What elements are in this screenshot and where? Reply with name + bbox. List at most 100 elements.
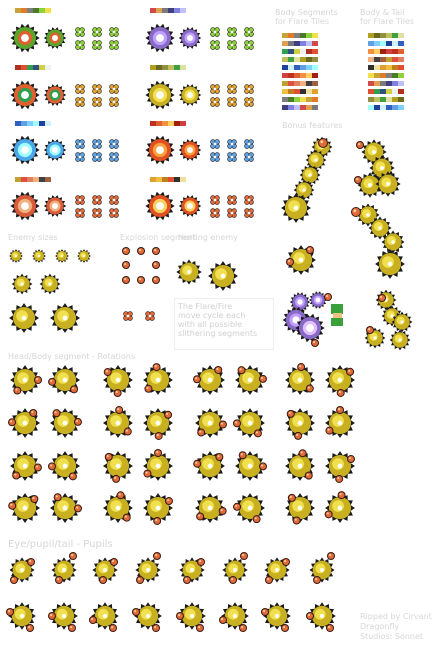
flame-petal [327, 552, 335, 560]
explosion-particle [122, 247, 130, 255]
flame-petal [99, 576, 107, 584]
flame-petal [346, 455, 355, 464]
flame-petal [252, 515, 261, 524]
flame-petal [253, 429, 262, 438]
flame-petal [324, 510, 333, 519]
flame-petal [298, 449, 307, 458]
small-flower [75, 139, 85, 149]
flame-petal [215, 452, 224, 461]
flame-petal [325, 426, 334, 435]
flame-petal [218, 507, 227, 516]
flame-petal [196, 624, 204, 632]
enemy-medium [39, 273, 61, 295]
flame-petal [103, 368, 112, 377]
flare-head-large [10, 191, 40, 221]
flame-petal [10, 576, 18, 584]
flame-petal [143, 469, 152, 478]
small-flower [75, 27, 85, 37]
small-flower [109, 84, 119, 94]
flare-head-large [10, 23, 40, 53]
flame-petal [233, 419, 242, 428]
small-flower [75, 208, 85, 218]
flare-head-medium [178, 195, 202, 217]
enemy-small [9, 249, 23, 263]
small-flower [75, 195, 85, 205]
flame-petal [26, 624, 34, 632]
snake-segment [375, 249, 405, 279]
flame-petal [152, 624, 160, 632]
flame-petal [197, 558, 205, 566]
explosion-particle [122, 276, 130, 284]
flame-petal [258, 462, 267, 471]
flame-petal [335, 474, 344, 483]
flare-head-large [145, 135, 175, 165]
flame-petal [33, 463, 42, 472]
link-character [331, 304, 343, 326]
flame-petal [132, 608, 140, 616]
small-flower [244, 152, 254, 162]
flame-petal [164, 497, 173, 506]
small-flower [244, 97, 254, 107]
flame-petal [366, 326, 374, 334]
small-flower [244, 84, 254, 94]
flame-petal [193, 459, 202, 468]
flame-petal [351, 207, 361, 217]
small-flower [227, 139, 237, 149]
hurting-enemy [176, 259, 202, 285]
small-flower [244, 40, 254, 50]
flame-petal [346, 367, 355, 376]
flame-petal [354, 176, 362, 184]
flame-petal [29, 408, 38, 417]
flame-petal [122, 513, 131, 522]
flame-petal [261, 608, 269, 616]
flame-petal [305, 384, 314, 393]
flame-petal [318, 138, 328, 148]
flame-petal [152, 363, 161, 372]
enemy-large [50, 303, 80, 333]
small-flower [210, 40, 220, 50]
flame-petal [183, 576, 191, 584]
flame-petal [265, 576, 273, 584]
small-flower [109, 40, 119, 50]
small-flower [227, 97, 237, 107]
flare-head-large [10, 135, 40, 165]
flame-petal [287, 493, 296, 502]
flame-petal [378, 294, 386, 302]
flame-petal [73, 504, 82, 513]
flame-petal [48, 377, 57, 386]
small-flower [244, 27, 254, 37]
flame-petal [144, 384, 153, 393]
flame-petal [154, 431, 163, 440]
small-flower [92, 40, 102, 50]
flame-petal [89, 616, 97, 624]
small-flower [92, 152, 102, 162]
enemy-small [55, 249, 69, 263]
flare-head-medium [43, 84, 67, 106]
flame-petal [104, 452, 113, 461]
flame-petal [337, 491, 346, 500]
small-flower [92, 208, 102, 218]
hurting-enemy [208, 261, 238, 291]
flame-petal [336, 406, 345, 415]
flame-petal [69, 552, 77, 560]
flame-petal [258, 374, 267, 383]
flame-petal [8, 418, 17, 427]
flame-petal [68, 624, 76, 632]
small-flower [75, 40, 85, 50]
small-flower [75, 84, 85, 94]
small-flower [123, 311, 133, 321]
small-flower [109, 97, 119, 107]
flame-petal [123, 427, 132, 436]
small-flower [92, 84, 102, 94]
flare-head-medium [178, 139, 202, 161]
small-flower [145, 311, 155, 321]
flame-petal [229, 576, 237, 584]
small-flower [227, 27, 237, 37]
flame-petal [218, 420, 227, 429]
flare-head-small [309, 291, 327, 309]
flame-petal [356, 141, 364, 149]
flare-head-medium [43, 195, 67, 217]
flare-head-large [145, 23, 175, 53]
flame-petal [68, 472, 77, 481]
flame-petal [27, 558, 35, 566]
